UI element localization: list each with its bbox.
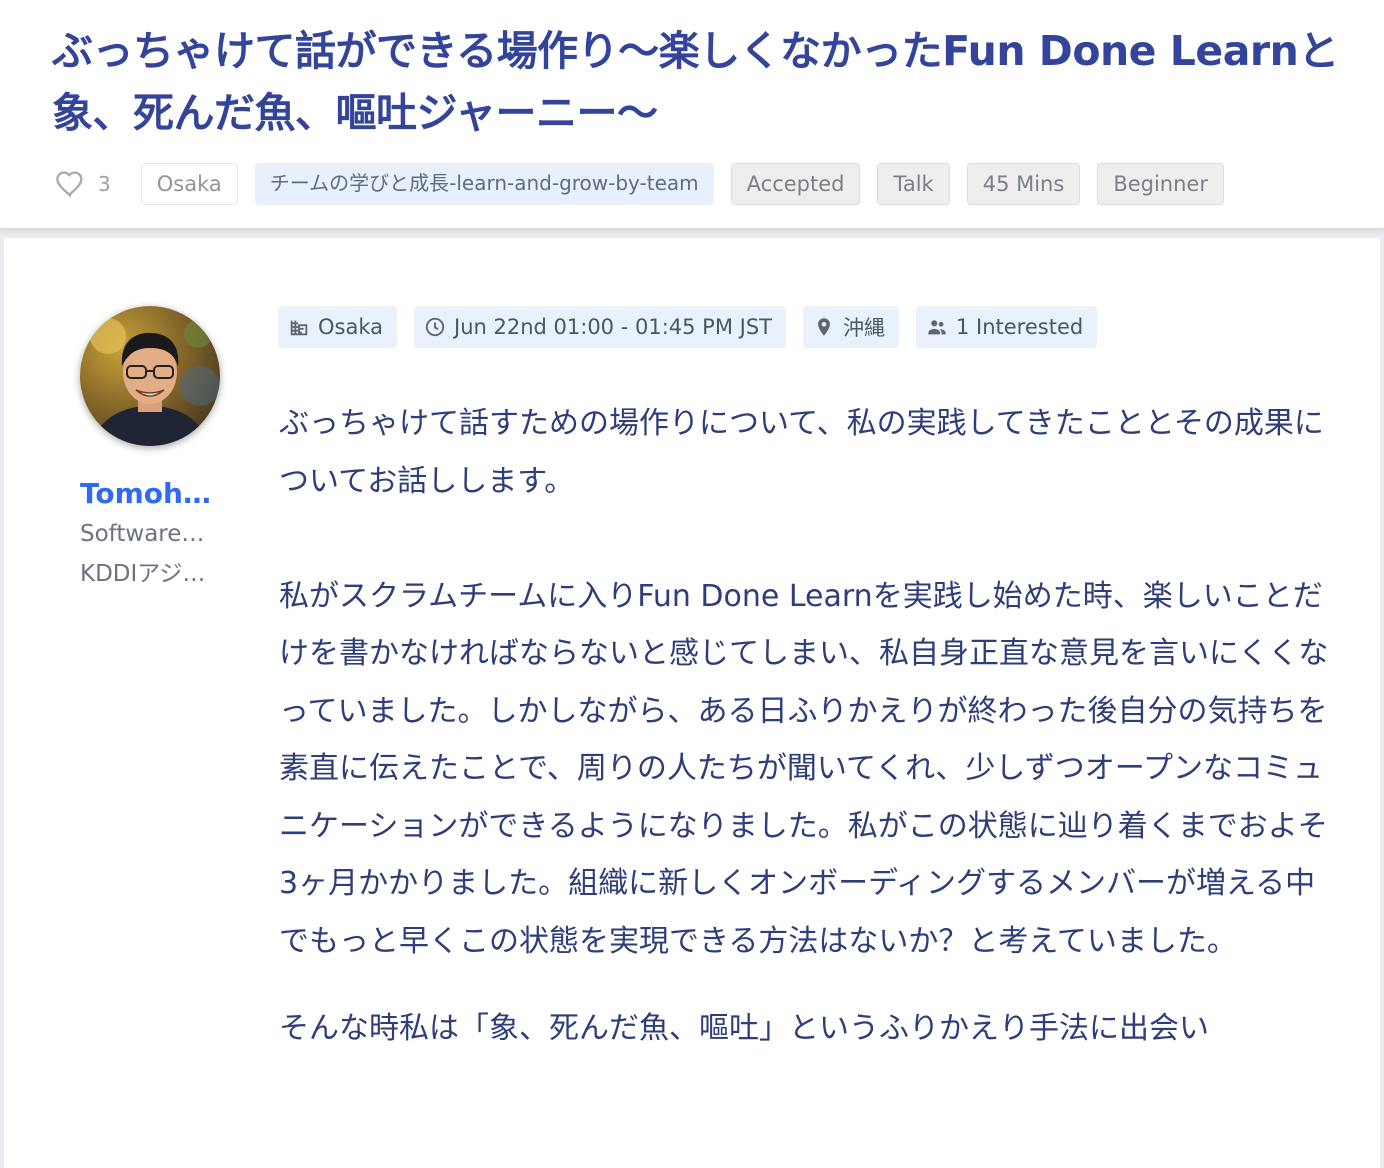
time-chip: Jun 22nd 01:00 - 01:45 PM JST [414,306,786,348]
interested-label: 1 Interested [955,315,1084,339]
session-title: ぶっちゃけて話ができる場作り〜楽しくなかったFun Done Learnと象、死… [52,27,1339,137]
speaker-company: KDDIアジ… [80,561,206,587]
clock-icon [425,317,445,337]
location-tag[interactable]: Osaka [140,163,238,205]
track-tag[interactable]: チームの学びと成長-learn-and-grow-by-team [254,163,714,205]
description-paragraph: ぶっちゃけて話すための場作りについて、私の実践してきたこととその成果についてお話… [279,406,1324,499]
description-paragraph: 私がスクラムチームに入りFun Done Learnを実践し始めた時、楽しいこと… [279,578,1329,959]
like-button[interactable]: 3 [52,168,111,200]
session-info-chips: Osaka Jun 22nd 01:00 - 01:45 PM JST 沖縄 1… [278,306,1114,348]
room-label: 沖縄 [842,316,885,340]
building-icon [290,320,308,336]
duration-tag[interactable]: 45 Mins [966,163,1081,205]
session-description: ぶっちゃけて話すための場作りについて、私の実践してきたこととその成果についてお話… [279,395,1329,1115]
location-pin-icon [818,318,830,336]
session-meta-row: 3 Osaka チームの学びと成長-learn-and-grow-by-team… [52,163,1241,205]
format-tag[interactable]: Talk [877,163,950,205]
time-label: Jun 22nd 01:00 - 01:45 PM JST [454,315,772,339]
venue-chip: Osaka [278,306,397,348]
status-tag[interactable]: Accepted [730,163,861,205]
room-chip: 沖縄 [802,306,899,348]
speaker-name[interactable]: Tomohir… [80,474,220,514]
avatar[interactable] [80,306,220,446]
level-tag[interactable]: Beginner [1097,163,1224,205]
venue-label: Osaka [318,315,383,339]
speaker-role: Software … [80,521,208,547]
session-header: ぶっちゃけて話ができる場作り〜楽しくなかったFun Done Learnと象、死… [0,0,1384,228]
speaker-panel: Tomohir… Software … KDDIアジ… [80,306,220,594]
speaker-photo [80,306,220,446]
interested-chip[interactable]: 1 Interested [915,306,1098,348]
heart-outline-icon [56,171,83,198]
people-icon [928,320,946,335]
like-count: 3 [98,172,111,196]
description-paragraph: そんな時私は「象、死んだ魚、嘔吐」というふりかえり手法に出会い [279,1011,1209,1046]
